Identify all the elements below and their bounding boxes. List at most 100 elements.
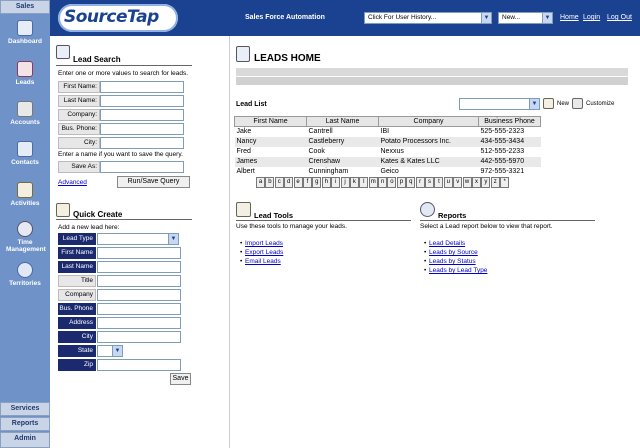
search-company-input[interactable] — [100, 109, 184, 121]
login-link[interactable]: Login — [583, 14, 600, 21]
alpha-t[interactable]: t — [434, 177, 444, 188]
alpha-a[interactable]: a — [256, 177, 265, 188]
nav-item-leads[interactable]: Leads — [0, 61, 50, 86]
qc-last-name-input[interactable] — [97, 261, 181, 273]
first-name-label: First Name: — [58, 81, 100, 93]
alpha-r[interactable]: r — [415, 177, 425, 188]
new-icon[interactable] — [543, 98, 554, 109]
col-business-phone[interactable]: Business Phone — [478, 116, 541, 127]
nav-item-dashboard[interactable]: Dashboard — [0, 20, 50, 45]
list-bullet: • — [240, 249, 243, 256]
nav-section-sales[interactable]: Sales — [0, 0, 50, 14]
email-leads-link[interactable]: Email Leads — [245, 258, 281, 265]
app-subtitle: Sales Force Automation — [245, 14, 325, 21]
alpha-g[interactable]: g — [312, 177, 322, 188]
user-history-select[interactable]: Click For User History... ▼ — [364, 12, 492, 24]
home-link[interactable]: Home — [560, 14, 579, 21]
col-company[interactable]: Company — [378, 116, 479, 127]
search-bus-phone-input[interactable] — [100, 123, 184, 135]
cell-first-name: Nancy — [234, 136, 307, 147]
last-name-label: Last Name: — [58, 95, 100, 107]
alpha-h[interactable]: h — [321, 177, 331, 188]
col-last-name[interactable]: Last Name — [306, 116, 379, 127]
qc-bus-phone-input[interactable] — [97, 303, 181, 315]
lead-type-label: Lead Type — [58, 233, 96, 245]
qc-address-input[interactable] — [97, 317, 181, 329]
cell-phone: 525-555-2323 — [480, 128, 525, 136]
alpha-j[interactable]: j — [340, 177, 350, 188]
new-select[interactable]: New... ▼ — [498, 12, 553, 24]
city-label: City: — [58, 137, 100, 149]
nav-item-contacts[interactable]: Contacts — [0, 141, 50, 166]
save-as-input[interactable] — [100, 161, 184, 173]
cell-first-name: Jake — [236, 128, 252, 136]
alpha-c[interactable]: c — [274, 177, 284, 188]
customize-link[interactable]: Customize — [586, 101, 614, 107]
col-first-name[interactable]: First Name — [234, 116, 307, 127]
table-row[interactable]: Jake Cantrell IBI 525-555-2323 — [235, 127, 541, 137]
search-first-name-input[interactable] — [100, 81, 184, 93]
alpha-b[interactable]: b — [265, 177, 275, 188]
divider — [56, 65, 192, 66]
qc-state-select[interactable]: ▼ — [97, 345, 123, 357]
page-title: LEADS HOME — [254, 53, 321, 64]
alpha-i[interactable]: i — [331, 177, 341, 188]
alpha-l[interactable]: l — [359, 177, 369, 188]
alpha-k[interactable]: k — [349, 177, 359, 188]
alpha-all[interactable]: * — [500, 177, 510, 188]
alpha-q[interactable]: q — [406, 177, 416, 188]
qc-city-input[interactable] — [97, 331, 181, 343]
import-leads-link[interactable]: Import Leads — [245, 240, 283, 247]
alpha-u[interactable]: u — [443, 177, 453, 188]
table-row[interactable]: James Crenshaw Kates & Kates LLC 442-555… — [234, 156, 541, 167]
reports-icon — [420, 202, 435, 217]
lead-type-select[interactable]: ▼ — [97, 233, 179, 245]
sourcetap-logo: SourceTap — [58, 4, 178, 32]
leads-by-lead-type-link[interactable]: Leads by Lead Type — [429, 267, 487, 274]
table-row[interactable]: Fred Cook Nexxus 512-555-2233 — [235, 147, 541, 157]
nav-section-admin[interactable]: Admin — [0, 432, 50, 448]
cell-last-name: Cunningham — [308, 168, 349, 175]
leads-by-status-link[interactable]: Leads by Status — [429, 258, 476, 265]
table-row[interactable]: Nancy Castleberry Potato Processors Inc.… — [234, 136, 541, 147]
qc-address-label: Address — [58, 317, 96, 329]
customize-icon[interactable] — [572, 98, 583, 109]
search-city-input[interactable] — [100, 137, 184, 149]
qc-company-input[interactable] — [97, 289, 181, 301]
alpha-y[interactable]: y — [481, 177, 491, 188]
alpha-v[interactable]: v — [453, 177, 463, 188]
run-save-query-button[interactable]: Run/Save Query — [117, 176, 190, 188]
export-leads-link[interactable]: Export Leads — [245, 249, 283, 256]
alpha-f[interactable]: f — [302, 177, 312, 188]
lead-details-link[interactable]: Lead Details — [429, 240, 465, 247]
nav-item-accounts[interactable]: Accounts — [0, 101, 50, 126]
nav-item-time-management[interactable]: Time Management — [0, 221, 50, 253]
qc-zip-input[interactable] — [97, 359, 181, 371]
alpha-z[interactable]: z — [490, 177, 500, 188]
alpha-e[interactable]: e — [293, 177, 303, 188]
leads-home-icon — [236, 46, 250, 62]
logout-link[interactable]: Log Out — [607, 14, 632, 21]
advanced-link[interactable]: Advanced — [58, 179, 87, 186]
qc-first-name-input[interactable] — [97, 247, 181, 259]
save-button[interactable]: Save — [170, 373, 191, 385]
lead-list-view-select[interactable]: ▼ — [459, 98, 540, 110]
search-last-name-input[interactable] — [100, 95, 184, 107]
nav-section-services[interactable]: Services — [0, 402, 50, 416]
nav-item-territories[interactable]: Territories — [0, 262, 50, 287]
nav-section-reports[interactable]: Reports — [0, 417, 50, 431]
table-row[interactable]: Albert Cunningham Geico 972-555-3321 — [235, 167, 541, 177]
leads-by-source-link[interactable]: Leads by Source — [429, 249, 478, 256]
alpha-o[interactable]: o — [387, 177, 397, 188]
alpha-s[interactable]: s — [425, 177, 435, 188]
alpha-w[interactable]: w — [462, 177, 472, 188]
alpha-x[interactable]: x — [471, 177, 481, 188]
alpha-m[interactable]: m — [368, 177, 378, 188]
alpha-p[interactable]: p — [396, 177, 406, 188]
divider — [236, 77, 628, 85]
alpha-d[interactable]: d — [284, 177, 294, 188]
qc-title-input[interactable] — [97, 275, 181, 287]
alpha-n[interactable]: n — [378, 177, 388, 188]
nav-item-activities[interactable]: Activities — [0, 182, 50, 207]
new-link[interactable]: New — [557, 101, 569, 107]
